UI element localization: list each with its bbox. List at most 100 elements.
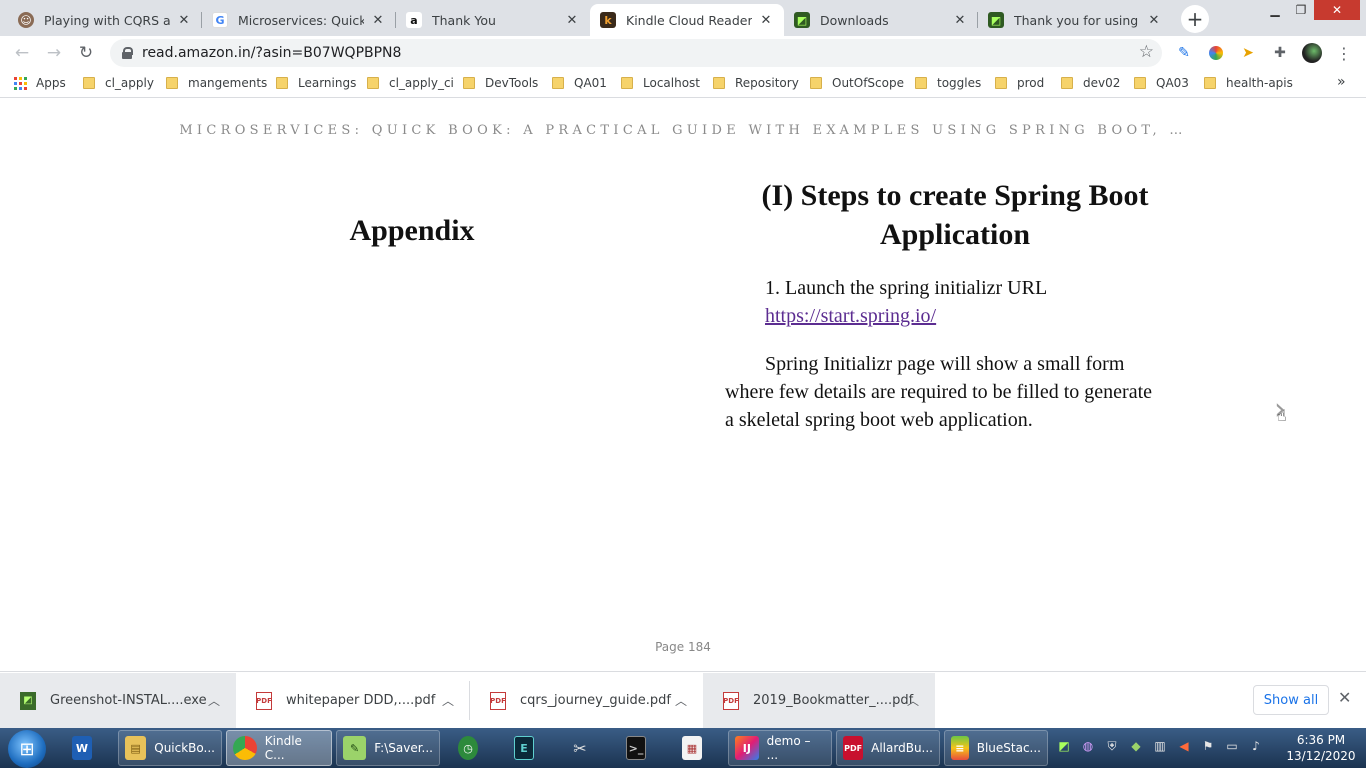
new-tab-button[interactable]: + xyxy=(1181,5,1209,33)
close-icon[interactable]: ✕ xyxy=(370,13,386,28)
bookmarks-overflow-chevron[interactable]: » xyxy=(1337,74,1346,90)
bookmark-apps[interactable]: Apps xyxy=(14,76,66,90)
taskbar-label: AllardBu... xyxy=(871,741,933,755)
taskbar-pinned-app[interactable]: ✂ xyxy=(564,730,604,766)
eyedropper-extension-icon[interactable]: ✎ xyxy=(1174,43,1194,63)
bookmark-folder[interactable]: DevTools xyxy=(463,76,538,90)
restore-button[interactable]: ❐ xyxy=(1288,0,1314,20)
taskbar-item-intellij[interactable]: IJ demo – ... xyxy=(728,730,832,766)
download-item[interactable]: PDF cqrs_journey_guide.pdf ︿ xyxy=(470,673,703,728)
tab-microservices[interactable]: G Microservices: Quick Boo ✕ xyxy=(202,4,396,36)
system-clock[interactable]: 6:36 PM 13/12/2020 xyxy=(1286,732,1356,764)
close-icon[interactable]: ✕ xyxy=(758,13,774,28)
pdf-icon: PDF xyxy=(723,691,739,710)
back-button[interactable]: ← xyxy=(10,41,34,65)
taskbar-item-chrome[interactable]: Kindle C... xyxy=(226,730,332,766)
chevron-up-icon[interactable]: ︿ xyxy=(208,692,220,709)
taskbar-item-explorer[interactable]: ▤ QuickBo... xyxy=(118,730,222,766)
bookmark-folder[interactable]: Repository xyxy=(713,76,799,90)
google-icon: G xyxy=(212,12,228,28)
folder-icon xyxy=(83,77,95,89)
clock-date: 13/12/2020 xyxy=(1286,749,1356,763)
bookmark-folder[interactable]: health-apis xyxy=(1204,76,1293,90)
extensions-puzzle-icon[interactable]: ✚ xyxy=(1270,43,1290,63)
tab-cqrs[interactable]: ☺ Playing with CQRS and E ✕ xyxy=(8,4,202,36)
tab-title: Downloads xyxy=(820,12,889,28)
bookmark-folder[interactable]: QA01 xyxy=(552,76,607,90)
start-button[interactable]: ⊞ xyxy=(8,730,46,768)
apps-grid-icon xyxy=(14,76,27,90)
clock-time: 6:36 PM xyxy=(1296,733,1346,747)
tab-greenshot-thanks[interactable]: ◩ Thank you for using Gree ✕ xyxy=(978,4,1172,36)
close-icon[interactable]: ✕ xyxy=(564,13,580,28)
download-filename: whitepaper DDD,....pdf xyxy=(286,693,436,708)
bookmark-label: cl_apply xyxy=(105,76,154,90)
close-icon[interactable]: ✕ xyxy=(952,13,968,28)
bookmark-folder[interactable]: mangements xyxy=(166,76,267,90)
taskbar-item-pdf-reader[interactable]: PDF AllardBu... xyxy=(836,730,940,766)
bookmark-star-icon[interactable]: ☆ xyxy=(1139,42,1154,62)
folder-icon xyxy=(1204,77,1216,89)
tab-kindle-cloud-reader[interactable]: k Kindle Cloud Reader ✕ xyxy=(590,4,784,36)
pdf-icon: PDF xyxy=(490,691,506,710)
greenshot-tray-icon[interactable]: ◩ xyxy=(1056,738,1072,754)
spring-initializr-link[interactable]: https://start.spring.io/ xyxy=(765,305,936,327)
forward-button[interactable]: → xyxy=(42,41,66,65)
bookmark-folder[interactable]: dev02 xyxy=(1061,76,1120,90)
taskbar-item-notepad[interactable]: ✎ F:\Saver... xyxy=(336,730,440,766)
chrome-icon xyxy=(233,736,257,760)
show-all-button[interactable]: Show all xyxy=(1253,685,1329,715)
taskbar-pinned-app[interactable]: E xyxy=(508,730,548,766)
bookmark-folder[interactable]: Learnings xyxy=(276,76,356,90)
bookmark-folder[interactable]: cl_apply_ci xyxy=(367,76,454,90)
tray-app-icon[interactable]: ◍ xyxy=(1080,738,1096,754)
chevron-up-icon[interactable]: ︿ xyxy=(442,692,454,709)
profile-avatar[interactable] xyxy=(1302,43,1322,63)
taskbar-pinned-app[interactable]: >_ xyxy=(620,730,660,766)
taskbar-item-bluestacks[interactable]: ≡ BlueStac... xyxy=(944,730,1048,766)
folder-icon xyxy=(810,77,822,89)
chevron-up-icon[interactable]: ︿ xyxy=(675,692,687,709)
close-icon[interactable]: ✕ xyxy=(1146,13,1162,28)
close-icon[interactable]: ✕ xyxy=(176,13,192,28)
taskbar-pinned-app[interactable]: ◷ xyxy=(452,730,492,766)
tab-downloads[interactable]: ◩ Downloads ✕ xyxy=(784,4,978,36)
bookmark-label: DevTools xyxy=(485,76,539,90)
speaker-icon[interactable]: ◀ xyxy=(1176,738,1192,754)
network-icon[interactable]: ▥ xyxy=(1152,738,1168,754)
bookmark-folder[interactable]: toggles xyxy=(915,76,981,90)
hand-cursor-icon: ☝ xyxy=(1277,406,1287,425)
color-wheel-extension-icon[interactable] xyxy=(1206,43,1226,63)
download-item[interactable]: PDF 2019_Bookmatter_....pdf ︿ xyxy=(703,673,935,728)
volume-icon[interactable]: ♪ xyxy=(1248,738,1264,754)
taskbar-pinned-app[interactable]: ▦ xyxy=(676,730,716,766)
reload-button[interactable]: ↻ xyxy=(74,41,98,65)
bookmark-folder[interactable]: prod xyxy=(995,76,1044,90)
chevron-up-icon[interactable]: ︿ xyxy=(907,692,919,709)
arrow-extension-icon[interactable]: ➤ xyxy=(1238,43,1258,63)
display-icon[interactable]: ▭ xyxy=(1224,738,1240,754)
taskbar-pinned-app[interactable]: W xyxy=(66,730,106,766)
close-window-button[interactable]: ✕ xyxy=(1314,0,1360,20)
bookmark-folder[interactable]: Localhost xyxy=(621,76,700,90)
bookmark-label: mangements xyxy=(188,76,268,90)
address-bar[interactable]: read.amazon.in/?asin=B07WQPBPN8 ☆ xyxy=(110,39,1162,67)
step-text: 1. Launch the spring initializr URL xyxy=(765,277,1048,299)
tab-title: Thank you for using Gree xyxy=(1014,12,1140,28)
taskbar-label: QuickBo... xyxy=(154,741,215,755)
download-item[interactable]: PDF whitepaper DDD,....pdf ︿ xyxy=(236,673,470,728)
bookmark-folder[interactable]: QA03 xyxy=(1134,76,1189,90)
bookmark-folder[interactable]: OutOfScope xyxy=(810,76,904,90)
tab-title: Playing with CQRS and E xyxy=(44,12,170,28)
bluestacks-tray-icon[interactable]: ◆ xyxy=(1128,738,1144,754)
bookmark-folder[interactable]: cl_apply xyxy=(83,76,154,90)
folder-icon xyxy=(276,77,288,89)
tab-thank-you[interactable]: a Thank You ✕ xyxy=(396,4,590,36)
close-icon[interactable]: ✕ xyxy=(1338,688,1351,707)
minimize-button[interactable]: ▁ xyxy=(1262,0,1288,20)
flag-icon[interactable]: ⚑ xyxy=(1200,738,1216,754)
folder-icon xyxy=(463,77,475,89)
download-item[interactable]: ◩ Greenshot-INSTAL....exe ︿ xyxy=(0,673,236,728)
menu-icon[interactable]: ⋮ xyxy=(1334,43,1354,63)
shield-icon[interactable]: ⛨ xyxy=(1104,738,1120,754)
